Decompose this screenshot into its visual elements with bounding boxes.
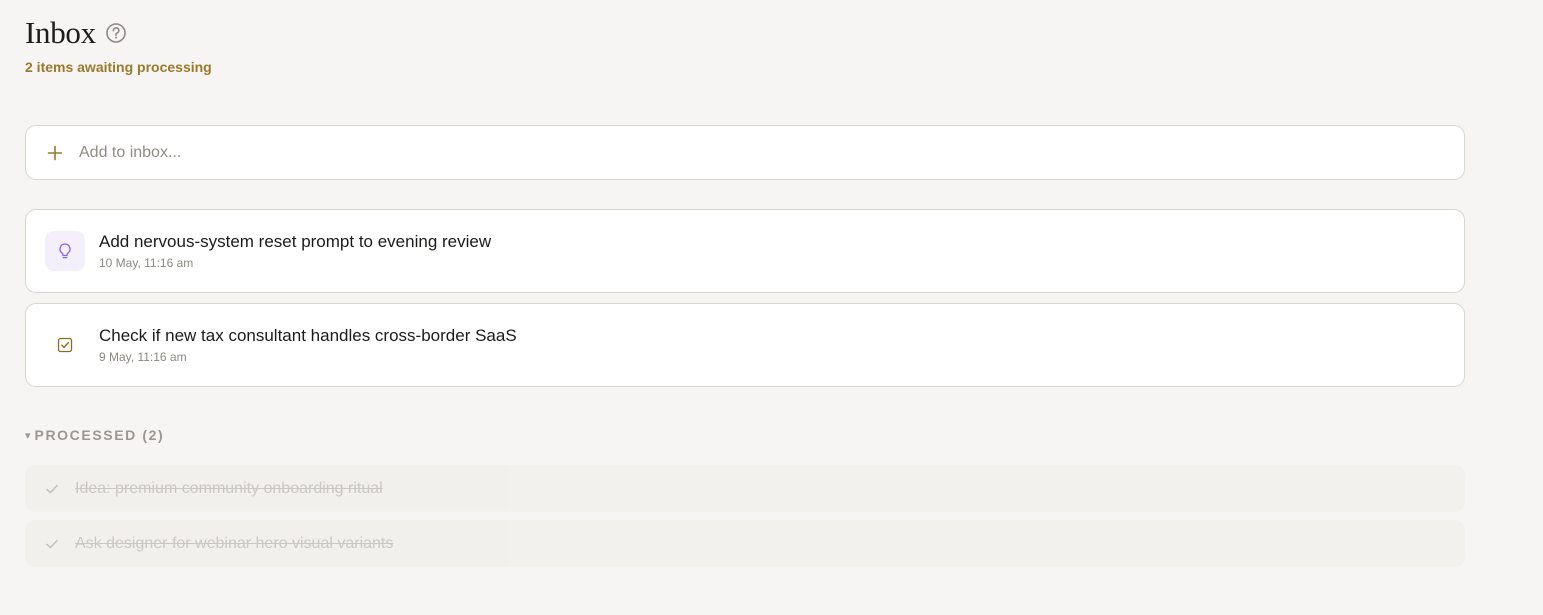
page-title: Inbox [25,15,96,50]
item-title: Add nervous-system reset prompt to eveni… [99,232,492,251]
plus-icon[interactable] [45,143,65,163]
processed-toggle[interactable]: ▾ PROCESSED (2) [25,427,164,443]
processed-item-label: Ask designer for webinar hero visual var… [75,534,394,552]
add-to-inbox-input[interactable] [79,137,1379,168]
awaiting-count: 2 items awaiting processing [25,59,212,75]
lightbulb-icon [45,231,85,271]
item-text: Add nervous-system reset prompt to eveni… [99,232,491,270]
title-row: Inbox [25,14,212,52]
item-title: Check if new tax consultant handles cros… [99,326,517,345]
processed-item[interactable]: Idea: premium community onboarding ritua… [25,465,1465,512]
inbox-page: Inbox 2 items awaiting processing Add to… [0,0,1543,615]
item-date: 10 May, 11:16 am [99,256,194,270]
processed-item[interactable]: Ask designer for webinar hero visual var… [25,520,1465,567]
check-icon [44,481,60,497]
add-to-inbox-box[interactable] [25,125,1465,180]
item-text: Check if new tax consultant handles cros… [99,326,517,364]
inbox-item[interactable]: Add nervous-system reset prompt to eveni… [25,209,1465,293]
processed-label: PROCESSED (2) [34,427,165,443]
item-date: 9 May, 11:16 am [99,350,187,364]
processed-item-label: Idea: premium community onboarding ritua… [75,479,383,497]
question-circle-icon[interactable] [105,22,127,44]
check-icon [44,536,60,552]
inbox-item[interactable]: Check if new tax consultant handles cros… [25,303,1465,387]
caret-down-icon: ▾ [25,429,31,442]
page-header: Inbox 2 items awaiting processing [25,14,212,75]
checkbox-icon [45,325,85,365]
